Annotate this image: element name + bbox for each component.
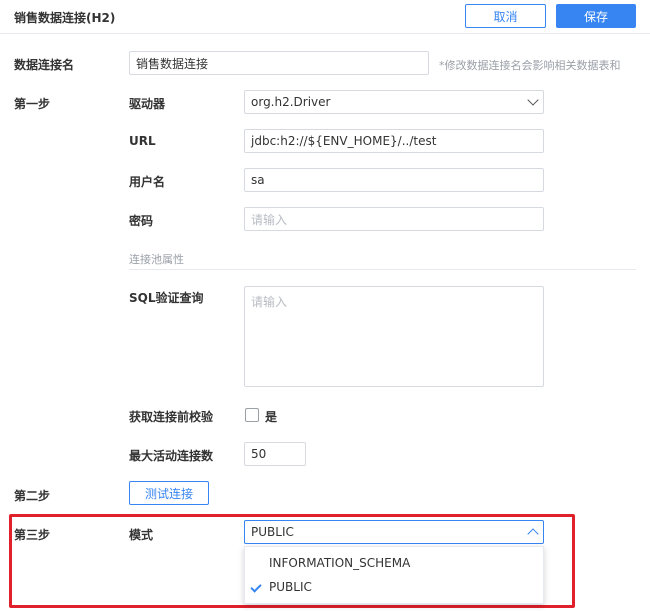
driver-label: 驱动器 — [129, 97, 166, 111]
pre-check-label: 获取连接前校验 — [129, 410, 214, 424]
max-active-input[interactable]: 50 — [244, 442, 306, 466]
step1-label: 第一步 — [14, 97, 51, 111]
section-divider — [129, 269, 636, 270]
max-active-label: 最大活动连接数 — [129, 449, 214, 463]
connection-name-input[interactable]: 销售数据连接 — [129, 51, 429, 75]
schema-select[interactable]: PUBLIC — [244, 520, 544, 544]
connection-name-label: 数据连接名 — [14, 58, 75, 72]
header-bar: 销售数据连接(H2) 取消 保存 — [0, 0, 650, 34]
schema-option-information-schema[interactable]: INFORMATION_SCHEMA — [245, 551, 545, 575]
chevron-up-icon — [527, 528, 539, 540]
check-icon — [250, 581, 262, 593]
url-input[interactable]: jdbc:h2://${ENV_HOME}/../test — [244, 129, 544, 153]
schema-option-label: INFORMATION_SCHEMA — [269, 556, 411, 570]
sql-validation-textarea[interactable]: 请输入 — [244, 286, 544, 387]
driver-select[interactable]: org.h2.Driver — [244, 90, 544, 114]
sql-validation-placeholder: 请输入 — [251, 295, 288, 309]
step2-label: 第二步 — [14, 489, 51, 503]
password-label: 密码 — [129, 214, 154, 228]
schema-option-public[interactable]: PUBLIC — [245, 575, 545, 599]
connection-name-hint: *修改数据连接名会影响相关数据表和 — [439, 59, 621, 72]
pre-check-option-label: 是 — [265, 410, 278, 424]
test-connection-button[interactable]: 测试连接 — [129, 481, 209, 505]
page-title: 销售数据连接(H2) — [14, 11, 116, 25]
pool-section-title: 连接池属性 — [129, 253, 184, 266]
sql-validation-label: SQL验证查询 — [129, 291, 204, 305]
step3-label: 第三步 — [14, 528, 51, 542]
schema-label: 模式 — [129, 528, 154, 542]
password-placeholder: 请输入 — [251, 212, 288, 227]
save-button[interactable]: 保存 — [556, 4, 636, 28]
schema-dropdown-menu: INFORMATION_SCHEMA PUBLIC — [244, 546, 544, 604]
cancel-button[interactable]: 取消 — [465, 4, 546, 28]
password-input[interactable]: 请输入 — [244, 207, 544, 231]
url-label: URL — [129, 134, 156, 148]
pre-check-checkbox[interactable] — [245, 408, 259, 422]
driver-value: org.h2.Driver — [251, 95, 331, 109]
username-label: 用户名 — [129, 175, 166, 189]
chevron-down-icon — [527, 94, 539, 106]
schema-value: PUBLIC — [251, 525, 294, 539]
schema-option-label: PUBLIC — [269, 580, 312, 594]
username-input[interactable]: sa — [244, 168, 544, 192]
